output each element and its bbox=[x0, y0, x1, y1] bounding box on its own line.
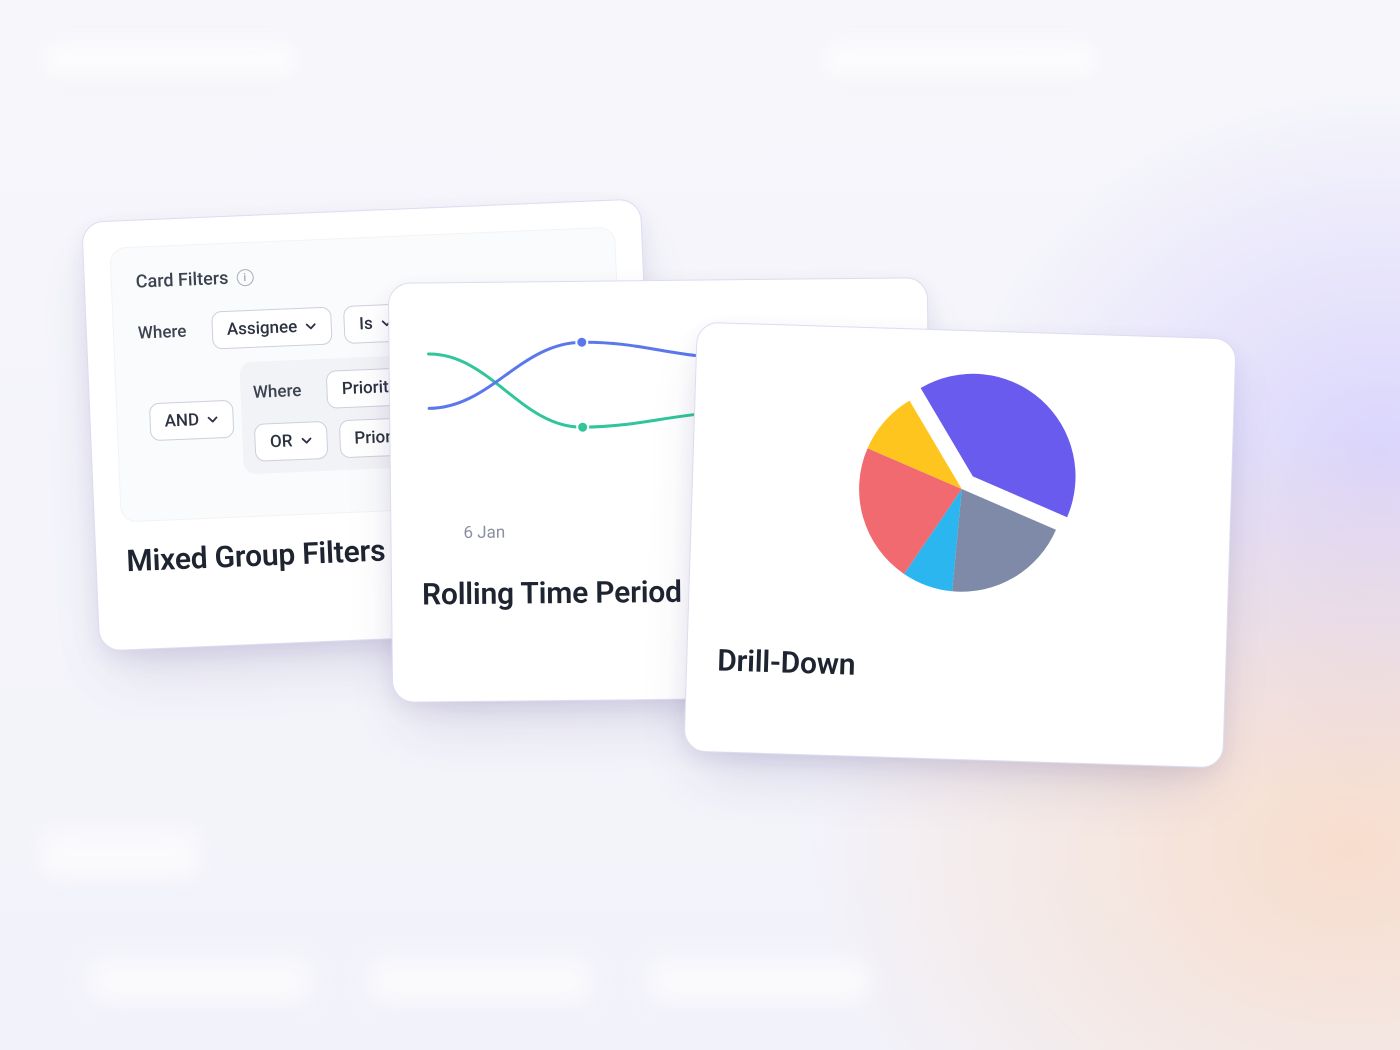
chevron-down-icon bbox=[305, 320, 317, 332]
logic-select-or[interactable]: OR bbox=[254, 421, 328, 462]
info-icon[interactable]: i bbox=[236, 269, 254, 287]
pill-label: AND bbox=[164, 410, 199, 431]
x-tick: 6 Jan bbox=[463, 523, 505, 543]
card-title: Drill-Down bbox=[686, 621, 1226, 723]
pill-label: Assignee bbox=[226, 317, 297, 340]
chevron-down-icon bbox=[207, 413, 219, 425]
logic-select-and[interactable]: AND bbox=[149, 400, 235, 442]
pie-chart-svg bbox=[817, 345, 1106, 634]
pie-chart bbox=[688, 341, 1235, 638]
chevron-down-icon bbox=[300, 434, 312, 446]
pill-label: OR bbox=[270, 431, 293, 452]
card-filters-header-label: Card Filters bbox=[135, 268, 228, 293]
card-drill-down: Drill-Down bbox=[683, 322, 1236, 769]
where-label: Where bbox=[253, 380, 316, 403]
where-label: Where bbox=[138, 321, 201, 344]
pill-label: Is bbox=[359, 314, 373, 335]
field-select-assignee[interactable]: Assignee bbox=[211, 307, 333, 350]
